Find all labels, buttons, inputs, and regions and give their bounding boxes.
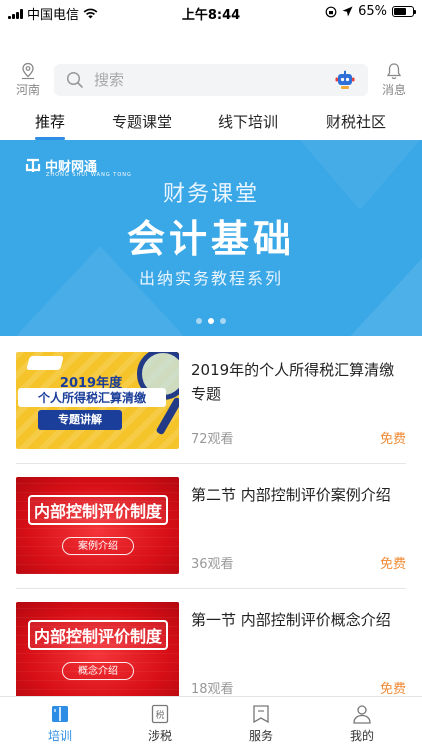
carousel-dot[interactable]: [220, 318, 226, 324]
brand-logo-icon: [25, 158, 41, 172]
banner-caption: 出纳实务教程系列: [138, 269, 283, 288]
location-arrow-icon: [342, 6, 353, 17]
tabbar-item-mine[interactable]: 我的: [332, 703, 392, 744]
location-selector[interactable]: 河南: [10, 62, 46, 98]
battery-fill: [394, 8, 406, 15]
thumbnail-text: 个人所得税汇算清缴: [18, 388, 166, 407]
search-input[interactable]: [94, 64, 334, 96]
tab-label: 线下培训: [218, 113, 279, 131]
battery-percent: 65%: [358, 4, 387, 19]
thumbnail-text: 内部控制评价制度: [28, 620, 168, 650]
tabbar-label: 培训: [47, 729, 72, 743]
tab-tax-community[interactable]: 财税社区: [326, 110, 386, 140]
tax-icon: 税: [151, 704, 169, 724]
status-bar: 中国电信 上午8:44 65%: [0, 0, 422, 24]
course-price: 免费: [379, 432, 406, 447]
course-thumbnail: 内部控制评价制度 案例介绍: [16, 477, 179, 574]
banner-title: 会计基础: [126, 217, 295, 261]
divider: [16, 588, 406, 589]
carousel-dot[interactable]: [196, 318, 202, 324]
tab-topic-class[interactable]: 专题课堂: [112, 110, 172, 140]
carousel-dot[interactable]: [208, 318, 214, 324]
book-graphic: [26, 356, 64, 370]
search-bar[interactable]: [54, 64, 368, 96]
carousel-indicator: [0, 318, 422, 324]
bookmark-icon: [253, 705, 269, 724]
course-item[interactable]: 2019年度 个人所得税汇算清缴 专题讲解 2019年的个人所得税汇算清缴专题 …: [0, 352, 422, 464]
tabbar-item-tax[interactable]: 税 涉税: [130, 703, 190, 744]
tab-recommend[interactable]: 推荐: [32, 110, 68, 140]
banner-subtitle: 财务课堂: [162, 182, 259, 207]
thumbnail-tag: 专题讲解: [38, 410, 122, 430]
location-pin-icon: [22, 62, 34, 80]
banner-carousel[interactable]: 中财网通 ZHONG SHUI WANG TONG 财务课堂 会计基础 出纳实务…: [0, 140, 422, 336]
person-icon: [353, 705, 371, 724]
course-thumbnail: 2019年度 个人所得税汇算清缴 专题讲解: [16, 352, 179, 449]
tab-offline-training[interactable]: 线下培训: [218, 110, 278, 140]
message-button[interactable]: 消息: [378, 62, 410, 98]
tabbar-label: 涉税: [147, 729, 172, 743]
course-views: 18观看: [191, 682, 234, 697]
course-views: 72观看: [191, 432, 234, 447]
book-icon: [52, 706, 68, 722]
location-label: 河南: [15, 83, 40, 97]
message-label: 消息: [381, 83, 406, 97]
rotation-lock-icon: [325, 6, 337, 17]
bottom-tab-bar: 培训 税 涉税 服务 我的: [0, 696, 422, 750]
course-title: 第二节 内部控制评价案例介绍: [191, 486, 391, 504]
brand-logo: 中财网通 ZHONG SHUI WANG TONG: [24, 156, 131, 178]
tabbar-label: 服务: [248, 729, 273, 743]
tab-label: 专题课堂: [112, 113, 173, 131]
course-item[interactable]: 内部控制评价制度 案例介绍 第二节 内部控制评价案例介绍 36观看 免费: [0, 477, 422, 589]
thumbnail-tag: 案例介绍: [62, 537, 134, 555]
search-icon: [66, 71, 83, 88]
course-thumbnail: 内部控制评价制度 概念介绍: [16, 602, 179, 699]
tabbar-item-service[interactable]: 服务: [231, 703, 291, 744]
course-price: 免费: [379, 682, 406, 697]
tab-label: 推荐: [34, 113, 65, 131]
category-tabs: 推荐 专题课堂 线下培训 财税社区: [0, 110, 422, 140]
thumbnail-tag: 概念介绍: [62, 662, 134, 680]
tab-label: 财税社区: [326, 113, 387, 131]
course-title: 2019年的个人所得税汇算清缴专题: [191, 361, 395, 403]
course-title: 第一节 内部控制评价概念介绍: [191, 611, 391, 629]
course-views: 36观看: [191, 557, 234, 572]
course-price: 免费: [379, 557, 406, 572]
battery-icon: [392, 6, 416, 17]
status-right: 65%: [325, 4, 416, 19]
tabbar-item-training[interactable]: 培训: [30, 703, 90, 744]
header: 河南 消息: [0, 60, 422, 100]
tabbar-label: 我的: [349, 729, 374, 743]
thumbnail-text: 内部控制评价制度: [28, 495, 168, 525]
svg-text:税: 税: [155, 709, 164, 721]
bell-icon: [386, 63, 402, 80]
robot-assistant-icon[interactable]: [334, 70, 356, 90]
divider: [16, 463, 406, 464]
